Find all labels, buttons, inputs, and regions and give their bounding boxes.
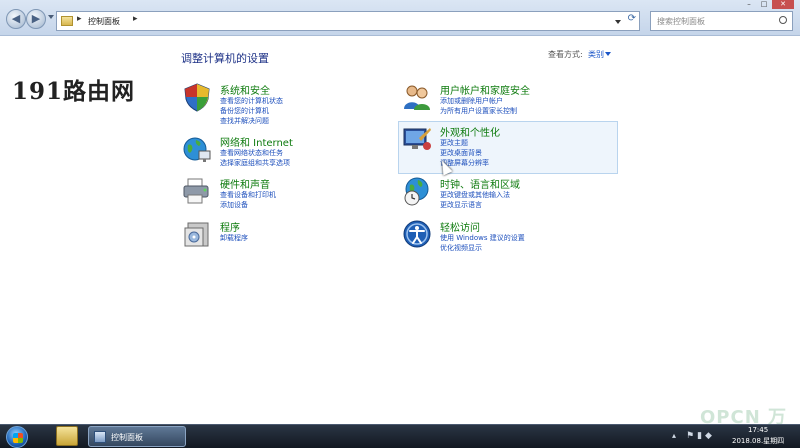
appearance-icon[interactable] <box>402 124 432 154</box>
category-user-accounts: 用户帐户和家庭安全 添加或删除用户帐户 为所有用户设置家长控制 <box>402 82 612 118</box>
task-link[interactable]: 更改键盘或其他输入法 <box>440 190 510 200</box>
search-icon <box>779 16 787 24</box>
control-panel-icon <box>94 431 106 443</box>
forward-button[interactable]: ▶ <box>26 9 46 29</box>
category-network-internet: 网络和 Internet 查看网络状态和任务 选择家庭组和共享选项 <box>182 134 382 170</box>
chevron-down-icon[interactable] <box>605 52 611 56</box>
category-title[interactable]: 网络和 Internet <box>220 134 293 149</box>
category-hardware-sound: 硬件和声音 查看设备和打印机 添加设备 <box>182 176 382 212</box>
breadcrumb-separator-icon[interactable]: ▸ <box>133 14 138 24</box>
page-title: 调整计算机的设置 <box>181 52 269 65</box>
category-programs: 程序 卸载程序 <box>182 219 382 249</box>
clock-date[interactable]: 2018.08.星期四 <box>732 436 784 446</box>
programs-icon[interactable] <box>182 219 212 249</box>
view-by-label: 查看方式: <box>548 50 583 59</box>
back-button[interactable]: ◀ <box>6 9 26 29</box>
task-link[interactable]: 备份您的计算机 <box>220 106 269 116</box>
task-link[interactable]: 添加或删除用户帐户 <box>440 96 503 106</box>
view-by-dropdown[interactable]: 类别 <box>588 49 604 60</box>
search-placeholder: 搜索控制面板 <box>657 17 705 26</box>
minimize-button[interactable]: – <box>742 0 756 9</box>
maximize-button[interactable]: □ <box>757 0 771 9</box>
category-ease-of-access: 轻松访问 使用 Windows 建议的设置 优化视频显示 <box>402 219 612 255</box>
category-title[interactable]: 系统和安全 <box>220 82 270 97</box>
search-input[interactable]: 搜索控制面板 <box>650 11 793 31</box>
users-icon[interactable] <box>402 82 432 112</box>
tray-icons[interactable]: ⚑▮◆ <box>686 431 715 441</box>
start-button[interactable] <box>6 426 28 448</box>
task-link[interactable]: 卸载程序 <box>220 233 248 243</box>
task-link[interactable]: 更改显示语言 <box>440 200 482 210</box>
breadcrumb-separator-icon[interactable]: ▸ <box>77 14 82 24</box>
address-toolbar: ◀ ▶ ▸ 控制面板 ▸ ⟳ 搜索控制面板 <box>0 0 800 36</box>
clock-time[interactable]: 17:45 <box>748 426 768 434</box>
category-title[interactable]: 时钟、语言和区域 <box>440 176 520 191</box>
watermark-text: 191路由网 <box>12 78 136 105</box>
shield-icon[interactable] <box>182 82 212 112</box>
ease-of-access-icon[interactable] <box>402 219 432 249</box>
task-link[interactable]: 查看您的计算机状态 <box>220 96 283 106</box>
task-link[interactable]: 查看网络状态和任务 <box>220 148 283 158</box>
address-bar[interactable]: ▸ 控制面板 ▸ ⟳ <box>56 11 640 31</box>
task-link[interactable]: 优化视频显示 <box>440 243 482 253</box>
address-dropdown-icon[interactable] <box>615 20 621 24</box>
task-link[interactable]: 更改桌面背景 <box>440 148 482 158</box>
taskbar-window-label: 控制面板 <box>111 433 143 442</box>
globe-clock-icon[interactable] <box>402 176 432 206</box>
control-panel-icon <box>61 16 73 26</box>
category-title[interactable]: 外观和个性化 <box>440 124 500 139</box>
category-appearance: 外观和个性化 更改主题 更改桌面背景 调整屏幕分辨率 <box>402 124 612 170</box>
breadcrumb-control-panel[interactable]: 控制面板 <box>88 16 120 27</box>
category-title[interactable]: 轻松访问 <box>440 219 480 234</box>
show-hidden-icons-icon[interactable]: ▴ <box>672 431 676 440</box>
windows-logo-icon <box>13 433 23 443</box>
task-link[interactable]: 更改主题 <box>440 138 468 148</box>
category-system-security: 系统和安全 查看您的计算机状态 备份您的计算机 查找并解决问题 <box>182 82 382 128</box>
explorer-taskbar-icon[interactable] <box>56 426 78 446</box>
task-link[interactable]: 选择家庭组和共享选项 <box>220 158 290 168</box>
category-title[interactable]: 程序 <box>220 219 240 234</box>
recent-pages-dropdown-icon[interactable] <box>48 15 54 19</box>
task-link[interactable]: 为所有用户设置家长控制 <box>440 106 517 116</box>
task-link[interactable]: 添加设备 <box>220 200 248 210</box>
task-link[interactable]: 使用 Windows 建议的设置 <box>440 233 525 243</box>
category-clock-language-region: 时钟、语言和区域 更改键盘或其他输入法 更改显示语言 <box>402 176 612 212</box>
taskbar-window-control-panel[interactable]: 控制面板 <box>88 426 186 447</box>
refresh-icon[interactable]: ⟳ <box>628 13 636 24</box>
close-button[interactable]: ✕ <box>772 0 794 9</box>
task-link[interactable]: 查找并解决问题 <box>220 116 269 126</box>
network-icon[interactable] <box>182 134 212 164</box>
category-title[interactable]: 用户帐户和家庭安全 <box>440 82 530 97</box>
category-title[interactable]: 硬件和声音 <box>220 176 270 191</box>
printer-icon[interactable] <box>182 176 212 206</box>
task-link[interactable]: 查看设备和打印机 <box>220 190 276 200</box>
